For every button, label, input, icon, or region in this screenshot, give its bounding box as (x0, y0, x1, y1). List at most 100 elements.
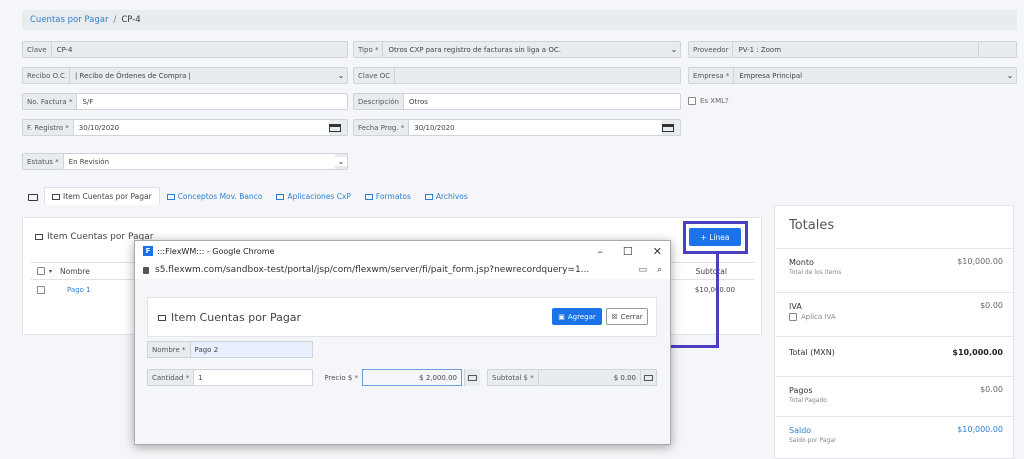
breadcrumb-separator: / (113, 15, 117, 25)
factura-value: S/F (77, 94, 347, 109)
select-all-checkbox[interactable] (37, 267, 45, 275)
estatus-label: Estatus * (23, 154, 64, 169)
folder-icon (28, 194, 38, 201)
lock-icon (143, 266, 149, 274)
totals-title: Totales (789, 218, 835, 233)
tab-aplicaciones[interactable]: Aplicaciones CxP (269, 188, 357, 205)
list-icon (364, 193, 373, 200)
close-icon[interactable]: ✕ (653, 245, 662, 258)
column-name[interactable]: Nombre (60, 267, 90, 276)
estatus-value: En Revisión (63, 154, 335, 169)
factura-label: No. Factura * (23, 94, 78, 109)
chevron-down-icon: ⌄ (1006, 71, 1014, 80)
column-subtotal[interactable]: Subtotal (696, 267, 727, 276)
clave-oc-field[interactable]: Clave OC (353, 67, 681, 84)
url-text[interactable]: s5.flexwm.com/sandbox-test/portal/jsp/co… (155, 265, 589, 275)
saldo-sub: Saldo por Pagar (789, 437, 837, 444)
cantidad-input[interactable]: 1 (194, 370, 312, 385)
clave-oc-value (395, 68, 680, 83)
cast-icon[interactable]: ▭ (638, 265, 647, 275)
clave-value: CP-4 (56, 45, 73, 54)
clave-label: Clave (23, 42, 52, 57)
close-box-icon: ☒ (611, 312, 618, 321)
breadcrumb-current: CP-4 (121, 15, 141, 25)
window-titlebar[interactable]: F :::FlexWM::: - Google Chrome – ☐ ✕ (135, 241, 670, 261)
proveedor-label: Proveedor (689, 42, 734, 57)
iva-amount: $0.00 (980, 301, 1003, 310)
minimize-icon[interactable]: – (597, 245, 603, 258)
calendar-icon[interactable] (662, 123, 674, 132)
tipo-select[interactable]: Tipo * Otros CXP para registro de factur… (353, 41, 681, 58)
cantidad-field[interactable]: Cantidad * 1 (147, 369, 313, 386)
proveedor-field[interactable]: Proveedor PV-1 : Zoom (688, 41, 1017, 58)
factura-field[interactable]: No. Factura * S/F (22, 93, 348, 110)
tab-label: Item Cuentas por Pagar (63, 192, 152, 201)
pagos-amount: $0.00 (980, 385, 1003, 394)
tab-conceptos[interactable]: Conceptos Mov. Banco (160, 188, 270, 205)
tab-label: Aplicaciones CxP (287, 192, 351, 201)
tab-label: Archivos (435, 192, 468, 201)
breadcrumb-link[interactable]: Cuentas por Pagar (30, 15, 108, 25)
total-iva: IVA Aplica IVA $0.00 (775, 292, 1015, 336)
proveedor-value: PV-1 : Zoom (738, 45, 782, 54)
nombre-field[interactable]: Nombre * Pago 2 (147, 341, 313, 358)
agregar-button[interactable]: ▣ Agregar (552, 308, 602, 325)
recibo-value: | Recibo de Órdenes de Compra | (74, 71, 191, 80)
total-amount: $10,000.00 (952, 348, 1003, 357)
money-icon (640, 370, 656, 385)
popup-body: Item Cuentas por Pagar ▣ Agregar ☒ Cerra… (135, 279, 670, 444)
clave-field[interactable]: Clave CP-4 (22, 41, 348, 58)
list-icon (35, 234, 43, 240)
tab-item-cuentas[interactable]: Item Cuentas por Pagar (44, 187, 160, 205)
registro-value: 30/10/2020 (73, 120, 329, 135)
tab-label: Formatos (375, 192, 411, 201)
es-xml-label: Es XML? (700, 97, 729, 105)
aplica-iva-checkbox[interactable] (789, 313, 797, 321)
total-monto: Monto Total de los items $10,000.00 (775, 248, 1015, 292)
recibo-select[interactable]: Recibo O.C | Recibo de Órdenes de Compra… (22, 67, 348, 84)
breadcrumb: Cuentas por Pagar / CP-4 (22, 10, 1017, 30)
descripcion-field[interactable]: Descripción Otros (353, 93, 681, 110)
list-icon (424, 193, 433, 200)
empresa-label: Empresa * (689, 68, 735, 83)
list-icon (158, 314, 166, 321)
subtotal-value: $ 0.00 (538, 370, 640, 385)
precio-field[interactable]: Precio $ * $ 2,000.00 (315, 369, 480, 386)
fecha-prog-label: Fecha Prog. * (354, 120, 410, 135)
total-mxn: Total (MXN) $10,000.00 (775, 336, 1015, 368)
save-icon: ▣ (558, 312, 565, 321)
tab-bar: Item Cuentas por Pagar Conceptos Mov. Ba… (22, 183, 475, 205)
highlight-line (716, 254, 719, 348)
tab-archivos[interactable]: Archivos (418, 188, 475, 205)
saldo-amount: $10,000.00 (957, 425, 1003, 434)
clave-oc-label: Clave OC (354, 68, 396, 83)
descripcion-value: Otros (403, 94, 680, 109)
empresa-value: Empresa Principal (739, 71, 803, 80)
list-icon (276, 193, 285, 200)
calendar-icon[interactable] (329, 123, 341, 132)
window-title: :::FlexWM::: - Google Chrome (157, 246, 275, 256)
estatus-select[interactable]: Estatus * En Revisión ⌄ (22, 153, 348, 170)
fecha-prog-date-field[interactable]: Fecha Prog. * 30/10/2020 (353, 119, 681, 136)
zoom-icon[interactable]: ⌕ (657, 265, 662, 275)
flexwm-logo-icon: F (143, 246, 153, 256)
tipo-value: Otros CXP para registro de facturas sin … (388, 45, 561, 54)
list-icon (166, 193, 175, 200)
es-xml-checkbox[interactable]: Es XML? (688, 97, 729, 105)
tab-formatos[interactable]: Formatos (358, 188, 418, 205)
row-name-link[interactable]: Pago 1 (67, 286, 91, 294)
row-subtotal: $10,000.00 (694, 286, 735, 294)
checkbox-icon (688, 97, 696, 105)
empresa-select[interactable]: Empresa * Empresa Principal ⌄ (688, 67, 1017, 84)
tab-folder[interactable] (22, 190, 44, 205)
precio-input[interactable]: $ 2,000.00 (362, 369, 462, 386)
row-checkbox[interactable] (37, 286, 45, 294)
address-bar[interactable]: s5.flexwm.com/sandbox-test/portal/jsp/co… (135, 261, 670, 279)
registro-date-field[interactable]: F. Registro * 30/10/2020 (22, 119, 348, 136)
monto-amount: $10,000.00 (957, 257, 1003, 266)
maximize-icon[interactable]: ☐ (623, 245, 633, 258)
fecha-prog-value: 30/10/2020 (409, 120, 662, 135)
cerrar-button[interactable]: ☒ Cerrar (606, 308, 648, 325)
nombre-input[interactable]: Pago 2 (190, 342, 312, 357)
chevron-down-icon[interactable]: ▾ (49, 268, 52, 275)
